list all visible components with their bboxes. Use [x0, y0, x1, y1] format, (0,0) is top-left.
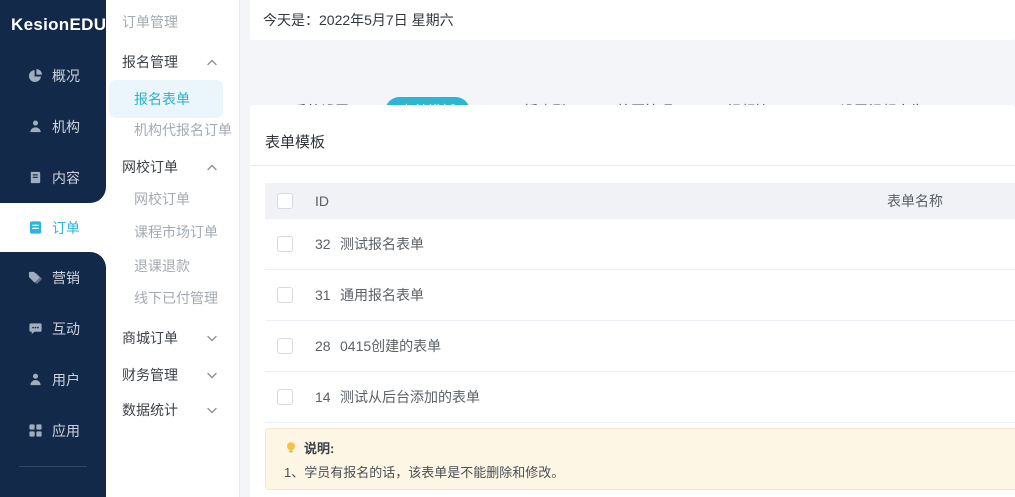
sidebar-item-label: 互动 [52, 320, 80, 337]
sidebar-item-label: 机构 [52, 118, 80, 135]
sidebar-item-interaction[interactable]: 互动 [0, 303, 106, 354]
primary-sidebar: KesionEDU 概况 机构 内容 订单 营销 互动 用户 应用 [0, 0, 106, 497]
menu-group-mall-orders[interactable]: 商城订单 [106, 326, 239, 350]
menu-item-agency-registration-orders[interactable]: 机构代报名订单 [106, 118, 239, 142]
note-line: 1、学员有报名的话，该表单是不能删除和修改。 [284, 465, 565, 480]
row-id: 14 [315, 389, 331, 405]
menu-section-order-management: 订单管理 [122, 14, 178, 30]
chevron-down-icon [207, 335, 217, 342]
row-id: 32 [315, 236, 331, 252]
sidebar-item-apps[interactable]: 应用 [0, 405, 106, 456]
chevron-up-icon [207, 59, 217, 66]
tags-icon [28, 270, 43, 285]
menu-group-online-school-orders[interactable]: 网校订单 [106, 155, 239, 179]
row-id: 31 [315, 287, 331, 303]
current-date-text: 今天是：2022年5月7日 星期六 [263, 12, 454, 28]
column-header-name: 表单名称 [887, 193, 943, 209]
menu-item-label: 报名表单 [134, 91, 190, 107]
row-form-name: 测试报名表单 [340, 236, 424, 252]
row-form-name: 测试从后台添加的表单 [340, 389, 480, 405]
table-header-row: ID 表单名称 [265, 183, 1015, 219]
pie-chart-icon [28, 68, 43, 83]
sidebar-item-overview[interactable]: 概况 [0, 50, 106, 101]
row-checkbox[interactable] [277, 389, 293, 405]
note-title: 说明: [304, 441, 335, 456]
user-icon [28, 372, 43, 387]
select-all-checkbox[interactable] [277, 193, 293, 209]
page: KesionEDU 概况 机构 内容 订单 营销 互动 用户 应用 订单管理 报… [0, 0, 1015, 497]
app-logo: KesionEDU [11, 15, 107, 34]
menu-group-label: 数据统计 [122, 402, 178, 418]
table-row: 14 测试从后台添加的表单 [265, 372, 1015, 423]
menu-item-refunds[interactable]: 退课退款 [106, 254, 239, 278]
page-title: 表单模板 [265, 134, 326, 151]
table-row: 31 通用报名表单 [265, 270, 1015, 321]
tabs-bar: 系统设置 表单模板 面授班型 校区管理 视频接口 设置视频广告 [250, 40, 1015, 126]
menu-group-label: 商城订单 [122, 330, 178, 346]
primary-sidebar-bottom: 营销 互动 用户 应用 [0, 252, 106, 497]
sidebar-item-users[interactable]: 用户 [0, 354, 106, 405]
row-checkbox[interactable] [277, 236, 293, 252]
sidebar-item-label: 营销 [52, 269, 80, 286]
menu-group-registration[interactable]: 报名管理 [106, 50, 239, 74]
sidebar-item-label: 概况 [52, 67, 80, 84]
row-checkbox[interactable] [277, 287, 293, 303]
sidebar-item-institution[interactable]: 机构 [0, 101, 106, 152]
row-id: 28 [315, 338, 331, 354]
book-icon [28, 170, 43, 185]
menu-item-offline-paid-management[interactable]: 线下已付管理 [106, 286, 239, 310]
topbar: 今天是：2022年5月7日 星期六 [250, 0, 1015, 40]
form-template-table: ID 表单名称 32 测试报名表单 31 通用报名表单 28 0415创建的表单 [265, 183, 1015, 423]
note-box: 说明: 1、学员有报名的话，该表单是不能删除和修改。 [265, 428, 1015, 490]
sidebar-item-label: 用户 [52, 371, 80, 388]
row-form-name: 通用报名表单 [340, 287, 424, 303]
menu-group-label: 财务管理 [122, 367, 178, 383]
table-row: 28 0415创建的表单 [265, 321, 1015, 372]
apps-grid-icon [28, 423, 43, 438]
sidebar-item-label: 订单 [52, 219, 80, 236]
main-area: 今天是：2022年5月7日 星期六 系统设置 表单模板 面授班型 校区管理 视频… [250, 0, 1015, 497]
chat-icon [28, 321, 43, 336]
table-row: 32 测试报名表单 [265, 219, 1015, 270]
sidebar-item-orders[interactable]: 订单 [0, 203, 106, 252]
order-list-icon [28, 220, 43, 235]
menu-group-label: 网校订单 [122, 159, 178, 175]
chevron-up-icon [207, 164, 217, 171]
person-tie-icon [28, 119, 43, 134]
chevron-down-icon [207, 407, 217, 414]
menu-group-label: 报名管理 [122, 54, 178, 70]
menu-item-registration-form-active[interactable]: 报名表单 [109, 80, 223, 118]
chevron-down-icon [207, 372, 217, 379]
lightbulb-icon [284, 441, 298, 455]
sidebar-item-label: 应用 [52, 422, 80, 439]
sidebar-item-content[interactable]: 内容 [0, 152, 106, 203]
divider [250, 165, 1015, 166]
primary-sidebar-active-notch: 订单 [0, 203, 106, 252]
content-card: 表单模板 ID 表单名称 32 测试报名表单 31 通用报名表单 28 0415… [250, 105, 1015, 497]
menu-item-course-market-orders[interactable]: 课程市场订单 [106, 220, 239, 244]
secondary-sidebar: 订单管理 报名管理 报名表单 机构代报名订单 网校订单 网校订单 课程市场订单 … [106, 0, 240, 497]
column-header-id: ID [315, 193, 329, 209]
sidebar-divider [19, 466, 87, 467]
sidebar-item-marketing[interactable]: 营销 [0, 252, 106, 303]
sidebar-item-label: 内容 [52, 169, 80, 186]
row-checkbox[interactable] [277, 338, 293, 354]
menu-group-statistics[interactable]: 数据统计 [106, 398, 239, 422]
menu-item-online-school-orders[interactable]: 网校订单 [106, 187, 239, 211]
menu-group-finance[interactable]: 财务管理 [106, 363, 239, 387]
primary-sidebar-top: KesionEDU 概况 机构 内容 [0, 0, 106, 203]
row-form-name: 0415创建的表单 [340, 338, 442, 354]
